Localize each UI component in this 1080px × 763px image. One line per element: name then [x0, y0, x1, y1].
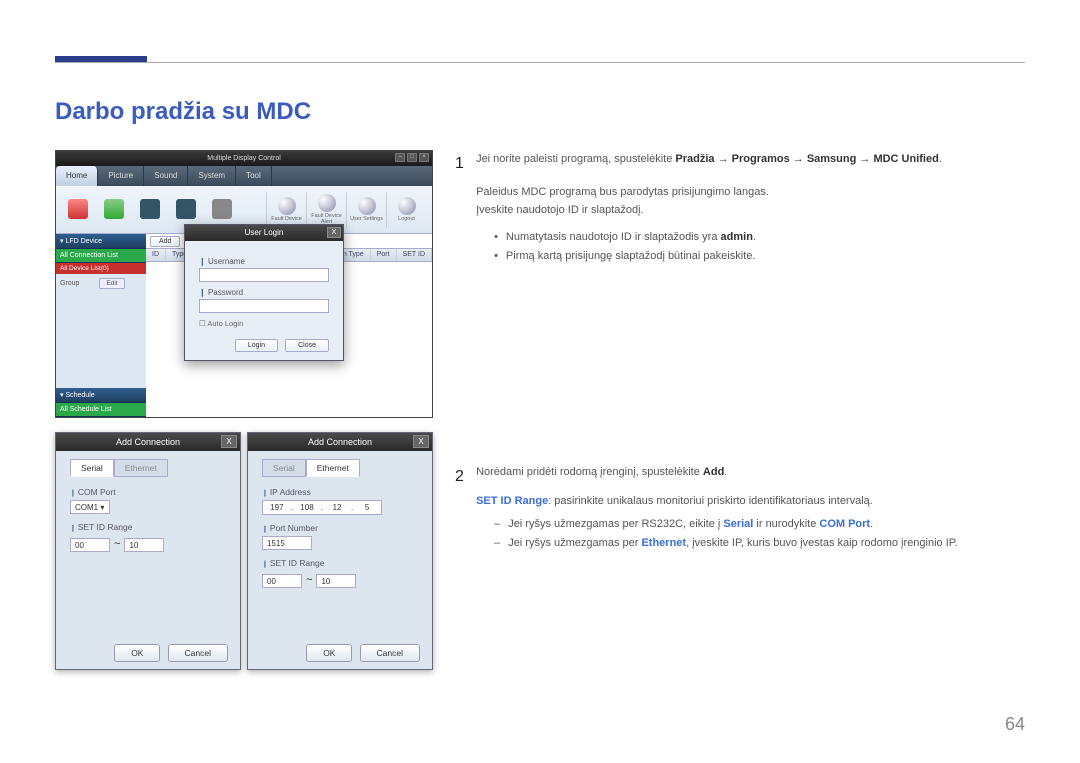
- step1-p2: Įveskite naudotojo ID ir slaptažodį.: [476, 201, 1016, 220]
- setid-label: SET ID Range: [70, 522, 226, 532]
- password-input[interactable]: [199, 299, 329, 313]
- sidebar-edit-button[interactable]: Edit: [99, 278, 124, 289]
- ip-label: IP Address: [262, 487, 418, 497]
- add-connection-ethernet-dialog: Add Connection X Serial Ethernet IP Addre…: [247, 432, 433, 670]
- sidebar-group-label: Group: [60, 280, 79, 287]
- tab-ethernet[interactable]: Ethernet: [306, 459, 360, 477]
- fault-alert-button[interactable]: Fault Device Alert: [306, 192, 346, 228]
- fault-device-button[interactable]: Fault Device: [266, 192, 306, 228]
- maximize-icon[interactable]: □: [407, 153, 417, 162]
- tab-serial[interactable]: Serial: [262, 459, 306, 477]
- power-on-icon: [68, 199, 88, 219]
- step1-bullet-1: Numatytasis naudotojo ID ir slaptažodis …: [494, 228, 1016, 247]
- sidebar-body: Group Edit: [56, 274, 146, 388]
- logout-icon: [398, 197, 416, 215]
- power-off-icon: [104, 199, 124, 219]
- source-icon: [140, 199, 160, 219]
- username-label: Username: [199, 257, 329, 266]
- step2-dash-2: Jei ryšys užmezgamas per Ethernet, įvesk…: [494, 534, 1016, 553]
- step-2: 2 Norėdami pridėti rodomą įrenginį, spus…: [455, 463, 1025, 552]
- add-connection-serial-dialog: Add Connection X Serial Ethernet COM Port…: [55, 432, 241, 670]
- sidebar-conn-list[interactable]: All Connection List: [56, 249, 146, 263]
- page-number: 64: [1005, 714, 1025, 735]
- user-settings-button[interactable]: User Settings: [346, 192, 386, 228]
- auto-login-checkbox[interactable]: Auto Login: [199, 319, 329, 328]
- alert-icon: [318, 194, 336, 212]
- port-input[interactable]: 1515: [262, 536, 312, 550]
- add-button[interactable]: Add: [150, 236, 180, 247]
- user-icon: [358, 197, 376, 215]
- close-icon[interactable]: ×: [419, 153, 429, 162]
- sidebar: ▾ LFD Device All Connection List All Dev…: [56, 234, 146, 417]
- logout-button[interactable]: Logout: [386, 192, 426, 228]
- dialog-title: Add Connection: [116, 437, 180, 447]
- port-label: Port Number: [262, 523, 418, 533]
- tab-serial[interactable]: Serial: [70, 459, 114, 477]
- sidebar-device-list[interactable]: All Device List(0): [56, 263, 146, 274]
- tab-system[interactable]: System: [188, 166, 236, 186]
- volume-icon: [176, 199, 196, 219]
- window-titlebar: Multiple Display Control ‒ □ ×: [56, 151, 432, 166]
- dialog-close-icon[interactable]: X: [221, 435, 237, 448]
- header-rule: [55, 62, 1025, 63]
- power-off-button[interactable]: [98, 192, 130, 228]
- password-label: Password: [199, 288, 329, 297]
- username-input[interactable]: [199, 268, 329, 282]
- login-close-button[interactable]: Close: [285, 339, 329, 352]
- step-1-number: 1: [455, 150, 473, 177]
- step1-bullet-2: Pirmą kartą prisijungę slaptažodį būtina…: [494, 247, 1016, 266]
- dialog-title: Add Connection: [308, 437, 372, 447]
- tab-picture[interactable]: Picture: [98, 166, 144, 186]
- power-on-button[interactable]: [62, 192, 94, 228]
- setid-from-input[interactable]: 00: [70, 538, 110, 552]
- login-button[interactable]: Login: [235, 339, 278, 352]
- input-source-button[interactable]: [134, 192, 166, 228]
- login-dialog: User Login X Username Password Auto Logi…: [184, 224, 344, 361]
- tab-sound[interactable]: Sound: [144, 166, 188, 186]
- step2-dash-1: Jei ryšys užmezgamas per RS232C, eikite …: [494, 515, 1016, 534]
- cancel-button-2[interactable]: Cancel: [360, 644, 420, 662]
- cancel-button[interactable]: Cancel: [168, 644, 228, 662]
- sidebar-schedule-list[interactable]: All Schedule List: [56, 403, 146, 417]
- step-1: 1 Jei norite paleisti programą, spustelė…: [455, 150, 1025, 265]
- tab-tool[interactable]: Tool: [236, 166, 272, 186]
- com-port-select[interactable]: COM1 ▾: [70, 500, 110, 514]
- menu-tabs: Home Picture Sound System Tool: [56, 166, 432, 186]
- setid-from-input-2[interactable]: 00: [262, 574, 302, 588]
- ip-input[interactable]: 197.108.12.5: [262, 500, 382, 515]
- screenshots-column: Multiple Display Control ‒ □ × Home Pict…: [55, 150, 433, 670]
- mdc-app-screenshot: Multiple Display Control ‒ □ × Home Pict…: [55, 150, 433, 418]
- dialog-close-icon[interactable]: X: [413, 435, 429, 448]
- window-title: Multiple Display Control: [207, 155, 281, 162]
- ok-button-2[interactable]: OK: [306, 644, 352, 662]
- login-title: User Login X: [185, 225, 343, 241]
- fault-device-icon: [278, 197, 296, 215]
- com-port-label: COM Port: [70, 487, 226, 497]
- volume-button[interactable]: [170, 192, 202, 228]
- step1-p1: Paleidus MDC programą bus parodytas pris…: [476, 183, 1016, 202]
- sidebar-schedule-header[interactable]: ▾ Schedule: [56, 388, 146, 403]
- setid-to-input[interactable]: 10: [124, 538, 164, 552]
- minimize-icon[interactable]: ‒: [395, 153, 405, 162]
- page-title: Darbo pradžia su MDC: [55, 98, 311, 126]
- tab-home[interactable]: Home: [56, 166, 98, 186]
- filter-icon: [212, 199, 232, 219]
- tab-ethernet[interactable]: Ethernet: [114, 459, 168, 477]
- setid-label-2: SET ID Range: [262, 558, 418, 568]
- step-2-number: 2: [455, 463, 473, 490]
- ok-button[interactable]: OK: [114, 644, 160, 662]
- sidebar-lfd-header[interactable]: ▾ LFD Device: [56, 234, 146, 249]
- setid-to-input-2[interactable]: 10: [316, 574, 356, 588]
- login-close-icon[interactable]: X: [327, 227, 341, 238]
- text-column: 1 Jei norite paleisti programą, spustelė…: [455, 150, 1025, 570]
- filter-button[interactable]: [206, 192, 238, 228]
